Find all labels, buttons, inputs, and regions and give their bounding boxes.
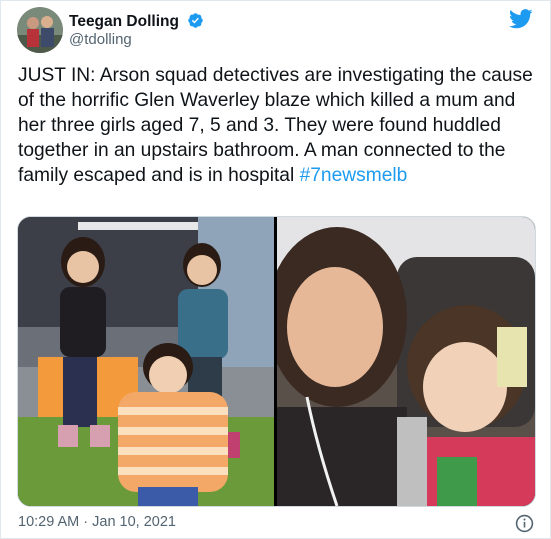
- photo-girls[interactable]: [18, 217, 274, 506]
- verified-badge-icon: [187, 12, 204, 34]
- tweet-timestamp[interactable]: 10:29 AM · Jan 10, 2021: [18, 514, 176, 530]
- hashtag-link[interactable]: #7newsmelb: [300, 165, 408, 186]
- twitter-bird-icon[interactable]: [508, 9, 533, 34]
- author-name-text[interactable]: Teegan Dolling: [69, 13, 179, 30]
- tweet-text: JUST IN: Arson squad detectives are inve…: [18, 65, 533, 186]
- media-grid: [17, 216, 536, 507]
- author-handle[interactable]: @tdolling: [69, 31, 132, 48]
- photo-mum-daughter[interactable]: [277, 217, 535, 506]
- tweet-body: JUST IN: Arson squad detectives are inve…: [18, 63, 538, 188]
- avatar[interactable]: [17, 7, 63, 53]
- info-icon[interactable]: [515, 514, 534, 538]
